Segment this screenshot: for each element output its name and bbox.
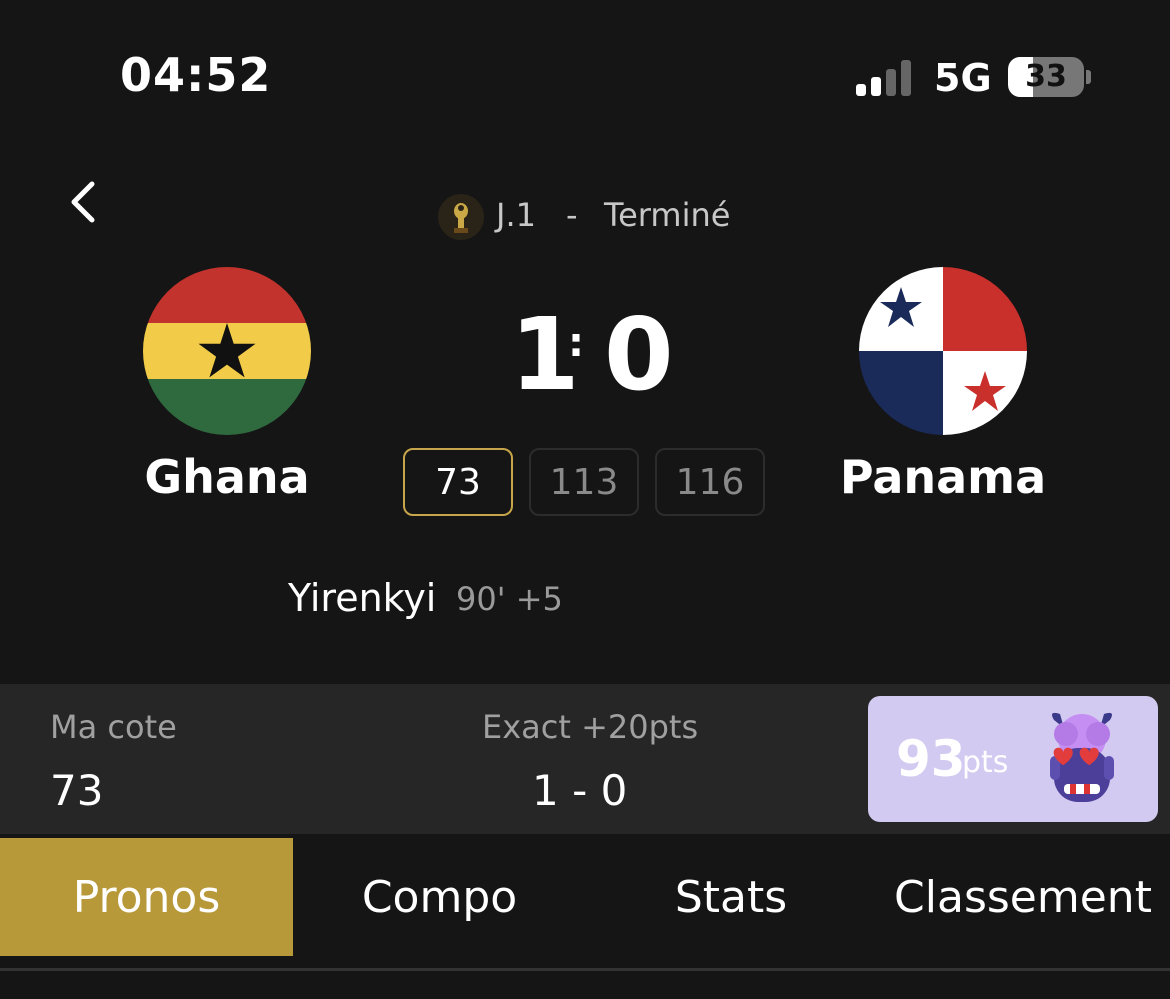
tab-divider <box>0 968 1170 971</box>
my-odds-label: Ma cote <box>50 708 177 746</box>
home-team-name: Ghana <box>144 450 310 504</box>
odd-draw-button[interactable]: 113 <box>529 448 639 516</box>
chevron-left-icon <box>71 181 95 223</box>
odd-away-button[interactable]: 116 <box>655 448 765 516</box>
battery-percent: 33 <box>1025 59 1067 94</box>
back-button[interactable] <box>66 178 106 226</box>
matchday-label: J.1 <box>496 196 536 234</box>
ghana-flag-icon <box>143 267 311 435</box>
tab-compo[interactable]: Compo <box>293 838 586 956</box>
exact-score-value: 1 - 0 <box>532 766 628 815</box>
exact-label: Exact +20pts <box>482 708 699 746</box>
panama-flag-icon <box>859 267 1027 435</box>
tab-classement[interactable]: Classement <box>876 838 1170 956</box>
score-separator: : <box>568 320 584 366</box>
battery-icon: 33 <box>1008 57 1084 97</box>
goal-minute: 90' +5 <box>456 580 563 618</box>
signal-icon <box>856 60 916 96</box>
points-value: 93 <box>896 730 966 788</box>
match-status: Terminé <box>604 196 731 234</box>
mascot-avatar-icon <box>1040 708 1124 808</box>
battery-tip <box>1086 70 1091 84</box>
trophy-icon <box>438 194 484 240</box>
status-time: 04:52 <box>120 48 272 102</box>
away-score: 0 <box>604 296 674 413</box>
tab-pronos[interactable]: Pronos <box>0 838 293 956</box>
tab-stats[interactable]: Stats <box>586 838 876 956</box>
header-separator: - <box>566 196 578 234</box>
odd-home-button[interactable]: 73 <box>403 448 513 516</box>
points-unit: pts <box>962 745 1009 780</box>
away-team-name: Panama <box>839 450 1047 504</box>
my-odds-value: 73 <box>50 766 104 815</box>
goal-scorer: Yirenkyi <box>288 576 437 620</box>
network-type: 5G <box>934 56 992 100</box>
